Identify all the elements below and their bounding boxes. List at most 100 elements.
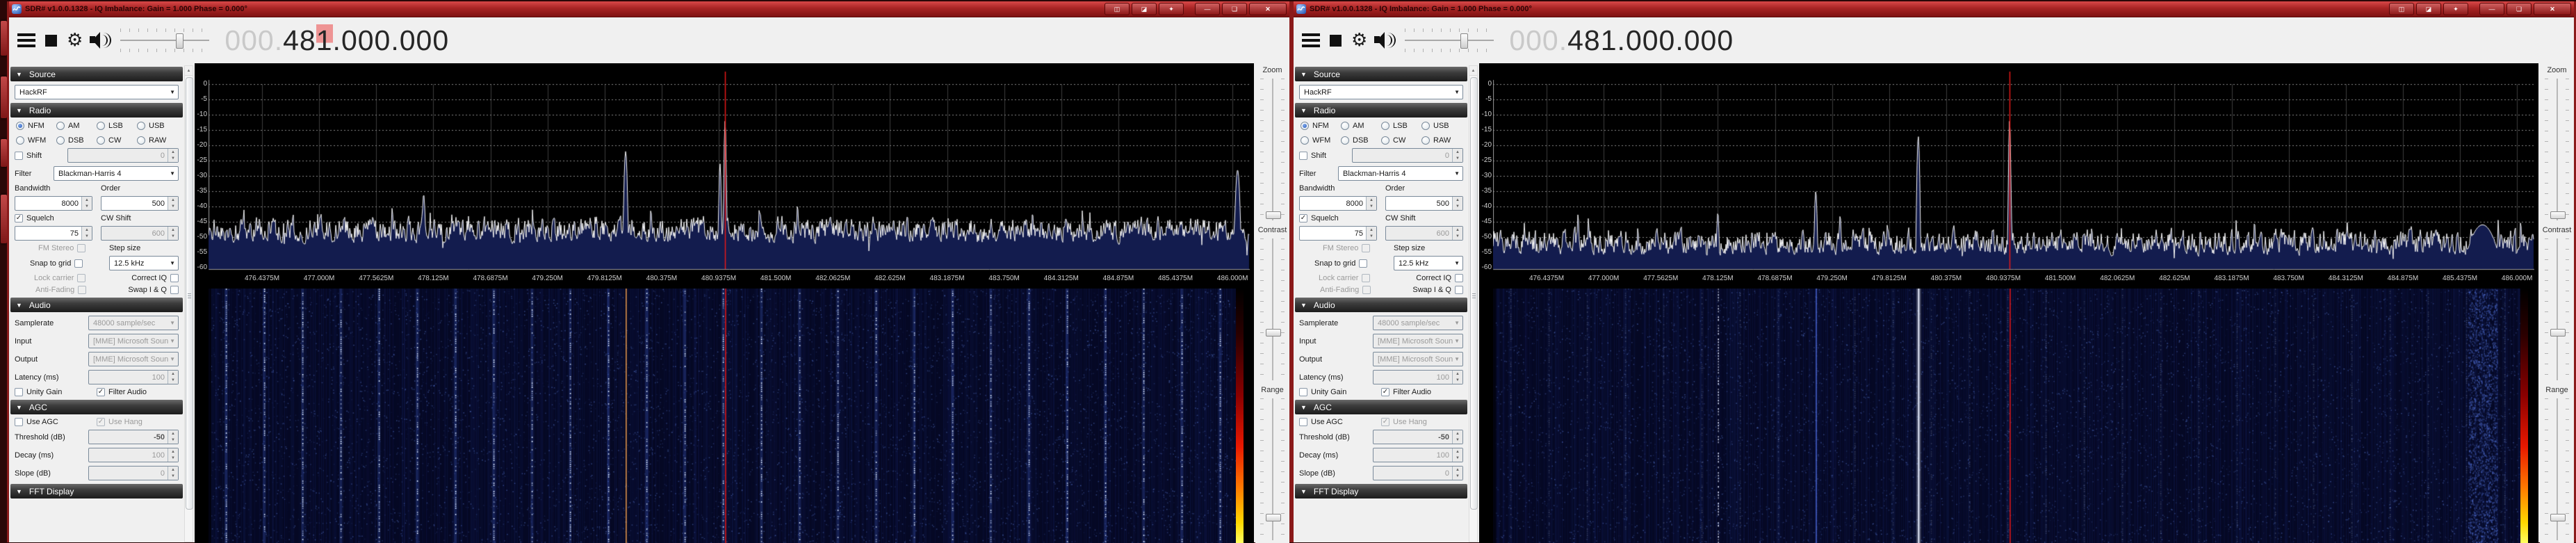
scrollbar-thumb[interactable] (1470, 77, 1478, 510)
contrast-slider-thumb[interactable] (2550, 329, 2566, 337)
swap-iq-checkbox[interactable]: ✓ (170, 286, 179, 294)
radio-button-circle[interactable] (16, 122, 24, 130)
frequency-display[interactable]: 000.481.000.000 (225, 26, 449, 55)
bandwidth-field[interactable]: 8000▲▼ (15, 196, 92, 211)
radio-panel-header[interactable]: ▼Radio (1295, 103, 1467, 117)
filter-audio-checkbox[interactable]: ✓ (97, 388, 105, 396)
mode-wfm-radio[interactable]: WFM (1301, 136, 1341, 145)
mode-nfm-radio[interactable]: NFM (16, 122, 56, 130)
spinner-arrows[interactable]: ▲▼ (81, 197, 92, 210)
use-agc-checkbox[interactable]: ✓ (15, 418, 23, 426)
waterfall[interactable] (195, 289, 1254, 543)
scrollbar-thumb[interactable] (186, 77, 193, 510)
fft-display-panel-header[interactable]: ▼FFT Display (10, 484, 183, 499)
gear-icon[interactable]: ⚙ (67, 31, 83, 49)
speaker-icon[interactable] (90, 32, 111, 49)
step-size-dropdown[interactable]: 12.5 kHz▼ (1394, 256, 1463, 270)
zoom-slider[interactable] (2557, 79, 2558, 220)
stop-icon[interactable] (45, 35, 57, 47)
squelch-field[interactable]: 75▲▼ (1299, 226, 1377, 241)
spinner-arrows[interactable]: ▲▼ (1366, 227, 1376, 240)
waterfall[interactable] (1479, 289, 2538, 543)
source-device-dropdown[interactable]: HackRF▼ (15, 85, 179, 99)
unity-gain-checkbox[interactable]: ✓ (15, 388, 23, 396)
source-panel-header[interactable]: ▼Source (10, 67, 183, 81)
audio-panel-header[interactable]: ▼Audio (1295, 298, 1467, 312)
snap-right-button[interactable]: ◪ (1132, 3, 1157, 15)
snap-to-grid-checkbox[interactable]: ✓ (74, 259, 83, 268)
mode-lsb-radio[interactable]: LSB (97, 122, 137, 130)
frequency-dim-digits[interactable]: 000. (225, 24, 283, 56)
sidebar-scrollbar[interactable]: ▲ (1469, 65, 1478, 542)
mode-lsb-radio[interactable]: LSB (1381, 122, 1421, 130)
mode-am-radio[interactable]: AM (56, 122, 97, 130)
use-agc-checkbox[interactable]: ✓ (1299, 418, 1307, 426)
waterfall-canvas[interactable] (209, 289, 1237, 543)
radio-button-circle[interactable] (56, 136, 65, 145)
minimize-button[interactable]: — (2479, 3, 2504, 15)
shift-checkbox[interactable]: ✓ (1299, 152, 1307, 160)
mode-wfm-radio[interactable]: WFM (16, 136, 56, 145)
volume-slider[interactable] (1405, 29, 1494, 52)
squelch-field[interactable]: 75▲▼ (15, 226, 92, 241)
contrast-slider[interactable] (2557, 238, 2558, 380)
mode-usb-radio[interactable]: USB (1421, 122, 1462, 130)
mode-usb-radio[interactable]: USB (137, 122, 177, 130)
mode-nfm-radio[interactable]: NFM (1301, 122, 1341, 130)
spectrum-analyzer[interactable]: 0-5-10-15-20-25-30-35-40-45-50-55-60 (1479, 63, 2538, 272)
agc-panel-header[interactable]: ▼AGC (10, 400, 183, 414)
radio-button-circle[interactable] (1421, 122, 1430, 130)
bandwidth-field[interactable]: 8000▲▼ (1299, 196, 1377, 211)
frequency-digits[interactable]: 48 (283, 24, 316, 56)
mode-cw-radio[interactable]: CW (1381, 136, 1421, 145)
snap-left-button[interactable]: ◫ (1104, 3, 1130, 15)
shift-value-field[interactable]: 0▲▼ (67, 148, 179, 163)
radio-button-circle[interactable] (1341, 122, 1349, 130)
pin-button[interactable]: ✦ (2443, 3, 2468, 15)
waterfall-canvas[interactable] (1493, 289, 2522, 543)
scrollbar-up-arrow[interactable]: ▲ (185, 66, 193, 76)
squelch-checkbox[interactable]: ✓ (15, 214, 23, 222)
mode-raw-radio[interactable]: RAW (137, 136, 177, 145)
mode-dsb-radio[interactable]: DSB (56, 136, 97, 145)
scrollbar-up-arrow[interactable]: ▲ (1469, 66, 1477, 76)
swap-iq-checkbox[interactable]: ✓ (1455, 286, 1463, 294)
correct-iq-checkbox[interactable]: ✓ (170, 274, 179, 282)
speaker-icon[interactable] (1374, 32, 1395, 49)
mode-am-radio[interactable]: AM (1341, 122, 1381, 130)
sidebar-scrollbar[interactable]: ▲ (184, 65, 193, 542)
agc-panel-header[interactable]: ▼AGC (1295, 400, 1467, 414)
frequency-digits[interactable]: .000.000 (333, 24, 450, 56)
radio-button-circle[interactable] (1301, 136, 1309, 145)
filter-audio-checkbox[interactable]: ✓ (1381, 388, 1389, 396)
spectrum-canvas[interactable] (209, 63, 1250, 272)
spectrum-canvas[interactable] (1493, 63, 2534, 272)
shift-checkbox[interactable]: ✓ (15, 152, 23, 160)
volume-slider[interactable] (120, 29, 209, 52)
maximize-button[interactable]: ❏ (1222, 3, 1247, 15)
shift-value-field[interactable]: 0▲▼ (1352, 148, 1463, 163)
contrast-slider-thumb[interactable] (1266, 329, 1281, 337)
radio-button-circle[interactable] (16, 136, 24, 145)
zoom-slider-thumb[interactable] (1266, 211, 1281, 219)
source-panel-header[interactable]: ▼Source (1295, 67, 1467, 81)
volume-slider-thumb[interactable] (176, 33, 184, 49)
radio-button-circle[interactable] (97, 122, 105, 130)
frequency-highlighted-digit[interactable]: 1 (316, 24, 333, 56)
radio-button-circle[interactable] (1341, 136, 1349, 145)
fft-display-panel-header[interactable]: ▼FFT Display (1295, 484, 1467, 499)
mode-dsb-radio[interactable]: DSB (1341, 136, 1381, 145)
snap-to-grid-checkbox[interactable]: ✓ (1359, 259, 1367, 268)
order-field[interactable]: 500▲▼ (1385, 196, 1463, 211)
radio-button-circle[interactable] (137, 122, 145, 130)
radio-button-circle[interactable] (56, 122, 65, 130)
spectrum-analyzer[interactable]: 0-5-10-15-20-25-30-35-40-45-50-55-60 (195, 63, 1254, 272)
close-button[interactable]: ✕ (1249, 3, 1287, 15)
radio-panel-header[interactable]: ▼Radio (10, 103, 183, 117)
title-bar[interactable]: SDR# v1.0.0.1328 - IQ Imbalance: Gain = … (1294, 1, 2574, 17)
correct-iq-checkbox[interactable]: ✓ (1455, 274, 1463, 282)
zoom-slider[interactable] (1272, 79, 1273, 220)
squelch-checkbox[interactable]: ✓ (1299, 214, 1307, 222)
spinner-arrows[interactable]: ▲▼ (168, 197, 178, 210)
spinner-arrows[interactable]: ▲▼ (1366, 197, 1376, 210)
